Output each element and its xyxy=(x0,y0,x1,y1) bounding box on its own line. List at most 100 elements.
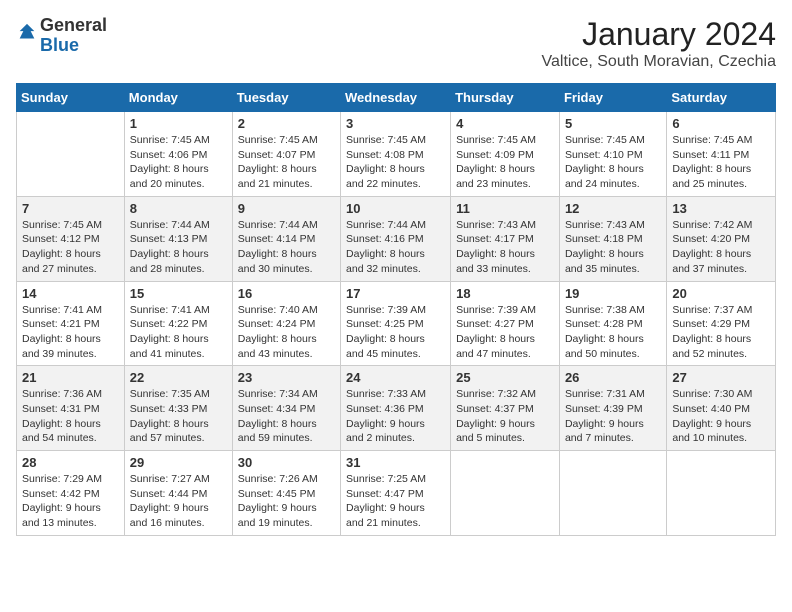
day-number: 1 xyxy=(130,116,227,131)
calendar-cell: 21 Sunrise: 7:36 AM Sunset: 4:31 PM Dayli… xyxy=(17,366,125,451)
calendar-cell xyxy=(17,112,125,197)
day-detail: Sunrise: 7:37 AM Sunset: 4:29 PM Dayligh… xyxy=(672,303,770,362)
day-detail: Sunrise: 7:32 AM Sunset: 4:37 PM Dayligh… xyxy=(456,387,554,446)
day-detail: Sunrise: 7:25 AM Sunset: 4:47 PM Dayligh… xyxy=(346,472,445,531)
calendar-cell: 15 Sunrise: 7:41 AM Sunset: 4:22 PM Dayli… xyxy=(124,281,232,366)
day-detail: Sunrise: 7:36 AM Sunset: 4:31 PM Dayligh… xyxy=(22,387,119,446)
day-number: 27 xyxy=(672,370,770,385)
day-number: 15 xyxy=(130,286,227,301)
day-detail: Sunrise: 7:45 AM Sunset: 4:09 PM Dayligh… xyxy=(456,133,554,192)
day-number: 31 xyxy=(346,455,445,470)
day-number: 26 xyxy=(565,370,661,385)
day-detail: Sunrise: 7:45 AM Sunset: 4:10 PM Dayligh… xyxy=(565,133,661,192)
day-number: 18 xyxy=(456,286,554,301)
day-detail: Sunrise: 7:35 AM Sunset: 4:33 PM Dayligh… xyxy=(130,387,227,446)
calendar-cell xyxy=(559,451,666,536)
day-detail: Sunrise: 7:44 AM Sunset: 4:13 PM Dayligh… xyxy=(130,218,227,277)
calendar-cell: 14 Sunrise: 7:41 AM Sunset: 4:21 PM Dayli… xyxy=(17,281,125,366)
calendar-week-row: 14 Sunrise: 7:41 AM Sunset: 4:21 PM Dayli… xyxy=(17,281,776,366)
calendar-cell: 17Sunrise: 7:39 AM Sunset: 4:25 PM Dayli… xyxy=(341,281,451,366)
day-detail: Sunrise: 7:42 AM Sunset: 4:20 PM Dayligh… xyxy=(672,218,770,277)
day-detail: Sunrise: 7:43 AM Sunset: 4:17 PM Dayligh… xyxy=(456,218,554,277)
day-detail: Sunrise: 7:38 AM Sunset: 4:28 PM Dayligh… xyxy=(565,303,661,362)
calendar-cell: 12Sunrise: 7:43 AM Sunset: 4:18 PM Dayli… xyxy=(559,196,666,281)
calendar-cell: 7 Sunrise: 7:45 AM Sunset: 4:12 PM Daylig… xyxy=(17,196,125,281)
logo: General Blue xyxy=(16,16,107,56)
calendar-cell: 31 Sunrise: 7:25 AM Sunset: 4:47 PM Dayli… xyxy=(341,451,451,536)
calendar-cell: 23 Sunrise: 7:34 AM Sunset: 4:34 PM Dayli… xyxy=(232,366,340,451)
day-number: 21 xyxy=(22,370,119,385)
calendar-week-row: 7 Sunrise: 7:45 AM Sunset: 4:12 PM Daylig… xyxy=(17,196,776,281)
calendar-cell: 1 Sunrise: 7:45 AM Sunset: 4:06 PM Daylig… xyxy=(124,112,232,197)
day-detail: Sunrise: 7:41 AM Sunset: 4:21 PM Dayligh… xyxy=(22,303,119,362)
logo-blue: Blue xyxy=(40,35,79,55)
weekday-header-wednesday: Wednesday xyxy=(341,84,451,112)
calendar-cell: 26 Sunrise: 7:31 AM Sunset: 4:39 PM Dayli… xyxy=(559,366,666,451)
calendar-cell: 5 Sunrise: 7:45 AM Sunset: 4:10 PM Daylig… xyxy=(559,112,666,197)
day-detail: Sunrise: 7:45 AM Sunset: 4:08 PM Dayligh… xyxy=(346,133,445,192)
day-number: 7 xyxy=(22,201,119,216)
day-number: 13 xyxy=(672,201,770,216)
day-number: 11 xyxy=(456,201,554,216)
day-detail: Sunrise: 7:45 AM Sunset: 4:06 PM Dayligh… xyxy=(130,133,227,192)
weekday-header-monday: Monday xyxy=(124,84,232,112)
day-detail: Sunrise: 7:44 AM Sunset: 4:16 PM Dayligh… xyxy=(346,218,445,277)
weekday-header-saturday: Saturday xyxy=(667,84,776,112)
day-detail: Sunrise: 7:31 AM Sunset: 4:39 PM Dayligh… xyxy=(565,387,661,446)
day-detail: Sunrise: 7:27 AM Sunset: 4:44 PM Dayligh… xyxy=(130,472,227,531)
calendar-cell: 13 Sunrise: 7:42 AM Sunset: 4:20 PM Dayli… xyxy=(667,196,776,281)
calendar-cell: 18Sunrise: 7:39 AM Sunset: 4:27 PM Dayli… xyxy=(451,281,560,366)
page-header: General Blue January 2024 Valtice, South… xyxy=(16,16,776,71)
calendar-week-row: 21 Sunrise: 7:36 AM Sunset: 4:31 PM Dayli… xyxy=(17,366,776,451)
calendar-cell: 10 Sunrise: 7:44 AM Sunset: 4:16 PM Dayli… xyxy=(341,196,451,281)
day-number: 3 xyxy=(346,116,445,131)
day-number: 17 xyxy=(346,286,445,301)
calendar-cell: 28Sunrise: 7:29 AM Sunset: 4:42 PM Dayli… xyxy=(17,451,125,536)
calendar-cell: 30 Sunrise: 7:26 AM Sunset: 4:45 PM Dayli… xyxy=(232,451,340,536)
title-block: January 2024 Valtice, South Moravian, Cz… xyxy=(542,16,776,71)
day-detail: Sunrise: 7:41 AM Sunset: 4:22 PM Dayligh… xyxy=(130,303,227,362)
day-number: 2 xyxy=(238,116,335,131)
day-detail: Sunrise: 7:29 AM Sunset: 4:42 PM Dayligh… xyxy=(22,472,119,531)
logo-text: General Blue xyxy=(40,16,107,56)
calendar-cell: 4 Sunrise: 7:45 AM Sunset: 4:09 PM Daylig… xyxy=(451,112,560,197)
day-number: 5 xyxy=(565,116,661,131)
calendar-cell: 27 Sunrise: 7:30 AM Sunset: 4:40 PM Dayli… xyxy=(667,366,776,451)
day-detail: Sunrise: 7:40 AM Sunset: 4:24 PM Dayligh… xyxy=(238,303,335,362)
day-number: 14 xyxy=(22,286,119,301)
calendar-cell: 9Sunrise: 7:44 AM Sunset: 4:14 PM Daylig… xyxy=(232,196,340,281)
calendar-cell: 22 Sunrise: 7:35 AM Sunset: 4:33 PM Dayli… xyxy=(124,366,232,451)
logo-general: General xyxy=(40,15,107,35)
logo-icon xyxy=(16,22,38,44)
day-number: 10 xyxy=(346,201,445,216)
day-detail: Sunrise: 7:30 AM Sunset: 4:40 PM Dayligh… xyxy=(672,387,770,446)
calendar-cell: 6Sunrise: 7:45 AM Sunset: 4:11 PM Daylig… xyxy=(667,112,776,197)
day-number: 22 xyxy=(130,370,227,385)
calendar-cell: 19 Sunrise: 7:38 AM Sunset: 4:28 PM Dayli… xyxy=(559,281,666,366)
day-number: 23 xyxy=(238,370,335,385)
day-number: 29 xyxy=(130,455,227,470)
calendar-cell: 11 Sunrise: 7:43 AM Sunset: 4:17 PM Dayli… xyxy=(451,196,560,281)
day-detail: Sunrise: 7:45 AM Sunset: 4:12 PM Dayligh… xyxy=(22,218,119,277)
calendar-table: SundayMondayTuesdayWednesdayThursdayFrid… xyxy=(16,83,776,536)
day-detail: Sunrise: 7:26 AM Sunset: 4:45 PM Dayligh… xyxy=(238,472,335,531)
calendar-cell: 8Sunrise: 7:44 AM Sunset: 4:13 PM Daylig… xyxy=(124,196,232,281)
day-number: 4 xyxy=(456,116,554,131)
calendar-cell xyxy=(667,451,776,536)
day-number: 12 xyxy=(565,201,661,216)
weekday-header-row: SundayMondayTuesdayWednesdayThursdayFrid… xyxy=(17,84,776,112)
day-number: 30 xyxy=(238,455,335,470)
day-number: 24 xyxy=(346,370,445,385)
weekday-header-friday: Friday xyxy=(559,84,666,112)
day-number: 20 xyxy=(672,286,770,301)
day-detail: Sunrise: 7:33 AM Sunset: 4:36 PM Dayligh… xyxy=(346,387,445,446)
weekday-header-thursday: Thursday xyxy=(451,84,560,112)
calendar-week-row: 28Sunrise: 7:29 AM Sunset: 4:42 PM Dayli… xyxy=(17,451,776,536)
calendar-cell: 25Sunrise: 7:32 AM Sunset: 4:37 PM Dayli… xyxy=(451,366,560,451)
day-number: 16 xyxy=(238,286,335,301)
day-number: 19 xyxy=(565,286,661,301)
day-detail: Sunrise: 7:34 AM Sunset: 4:34 PM Dayligh… xyxy=(238,387,335,446)
calendar-cell: 29 Sunrise: 7:27 AM Sunset: 4:44 PM Dayli… xyxy=(124,451,232,536)
day-number: 9 xyxy=(238,201,335,216)
day-number: 6 xyxy=(672,116,770,131)
